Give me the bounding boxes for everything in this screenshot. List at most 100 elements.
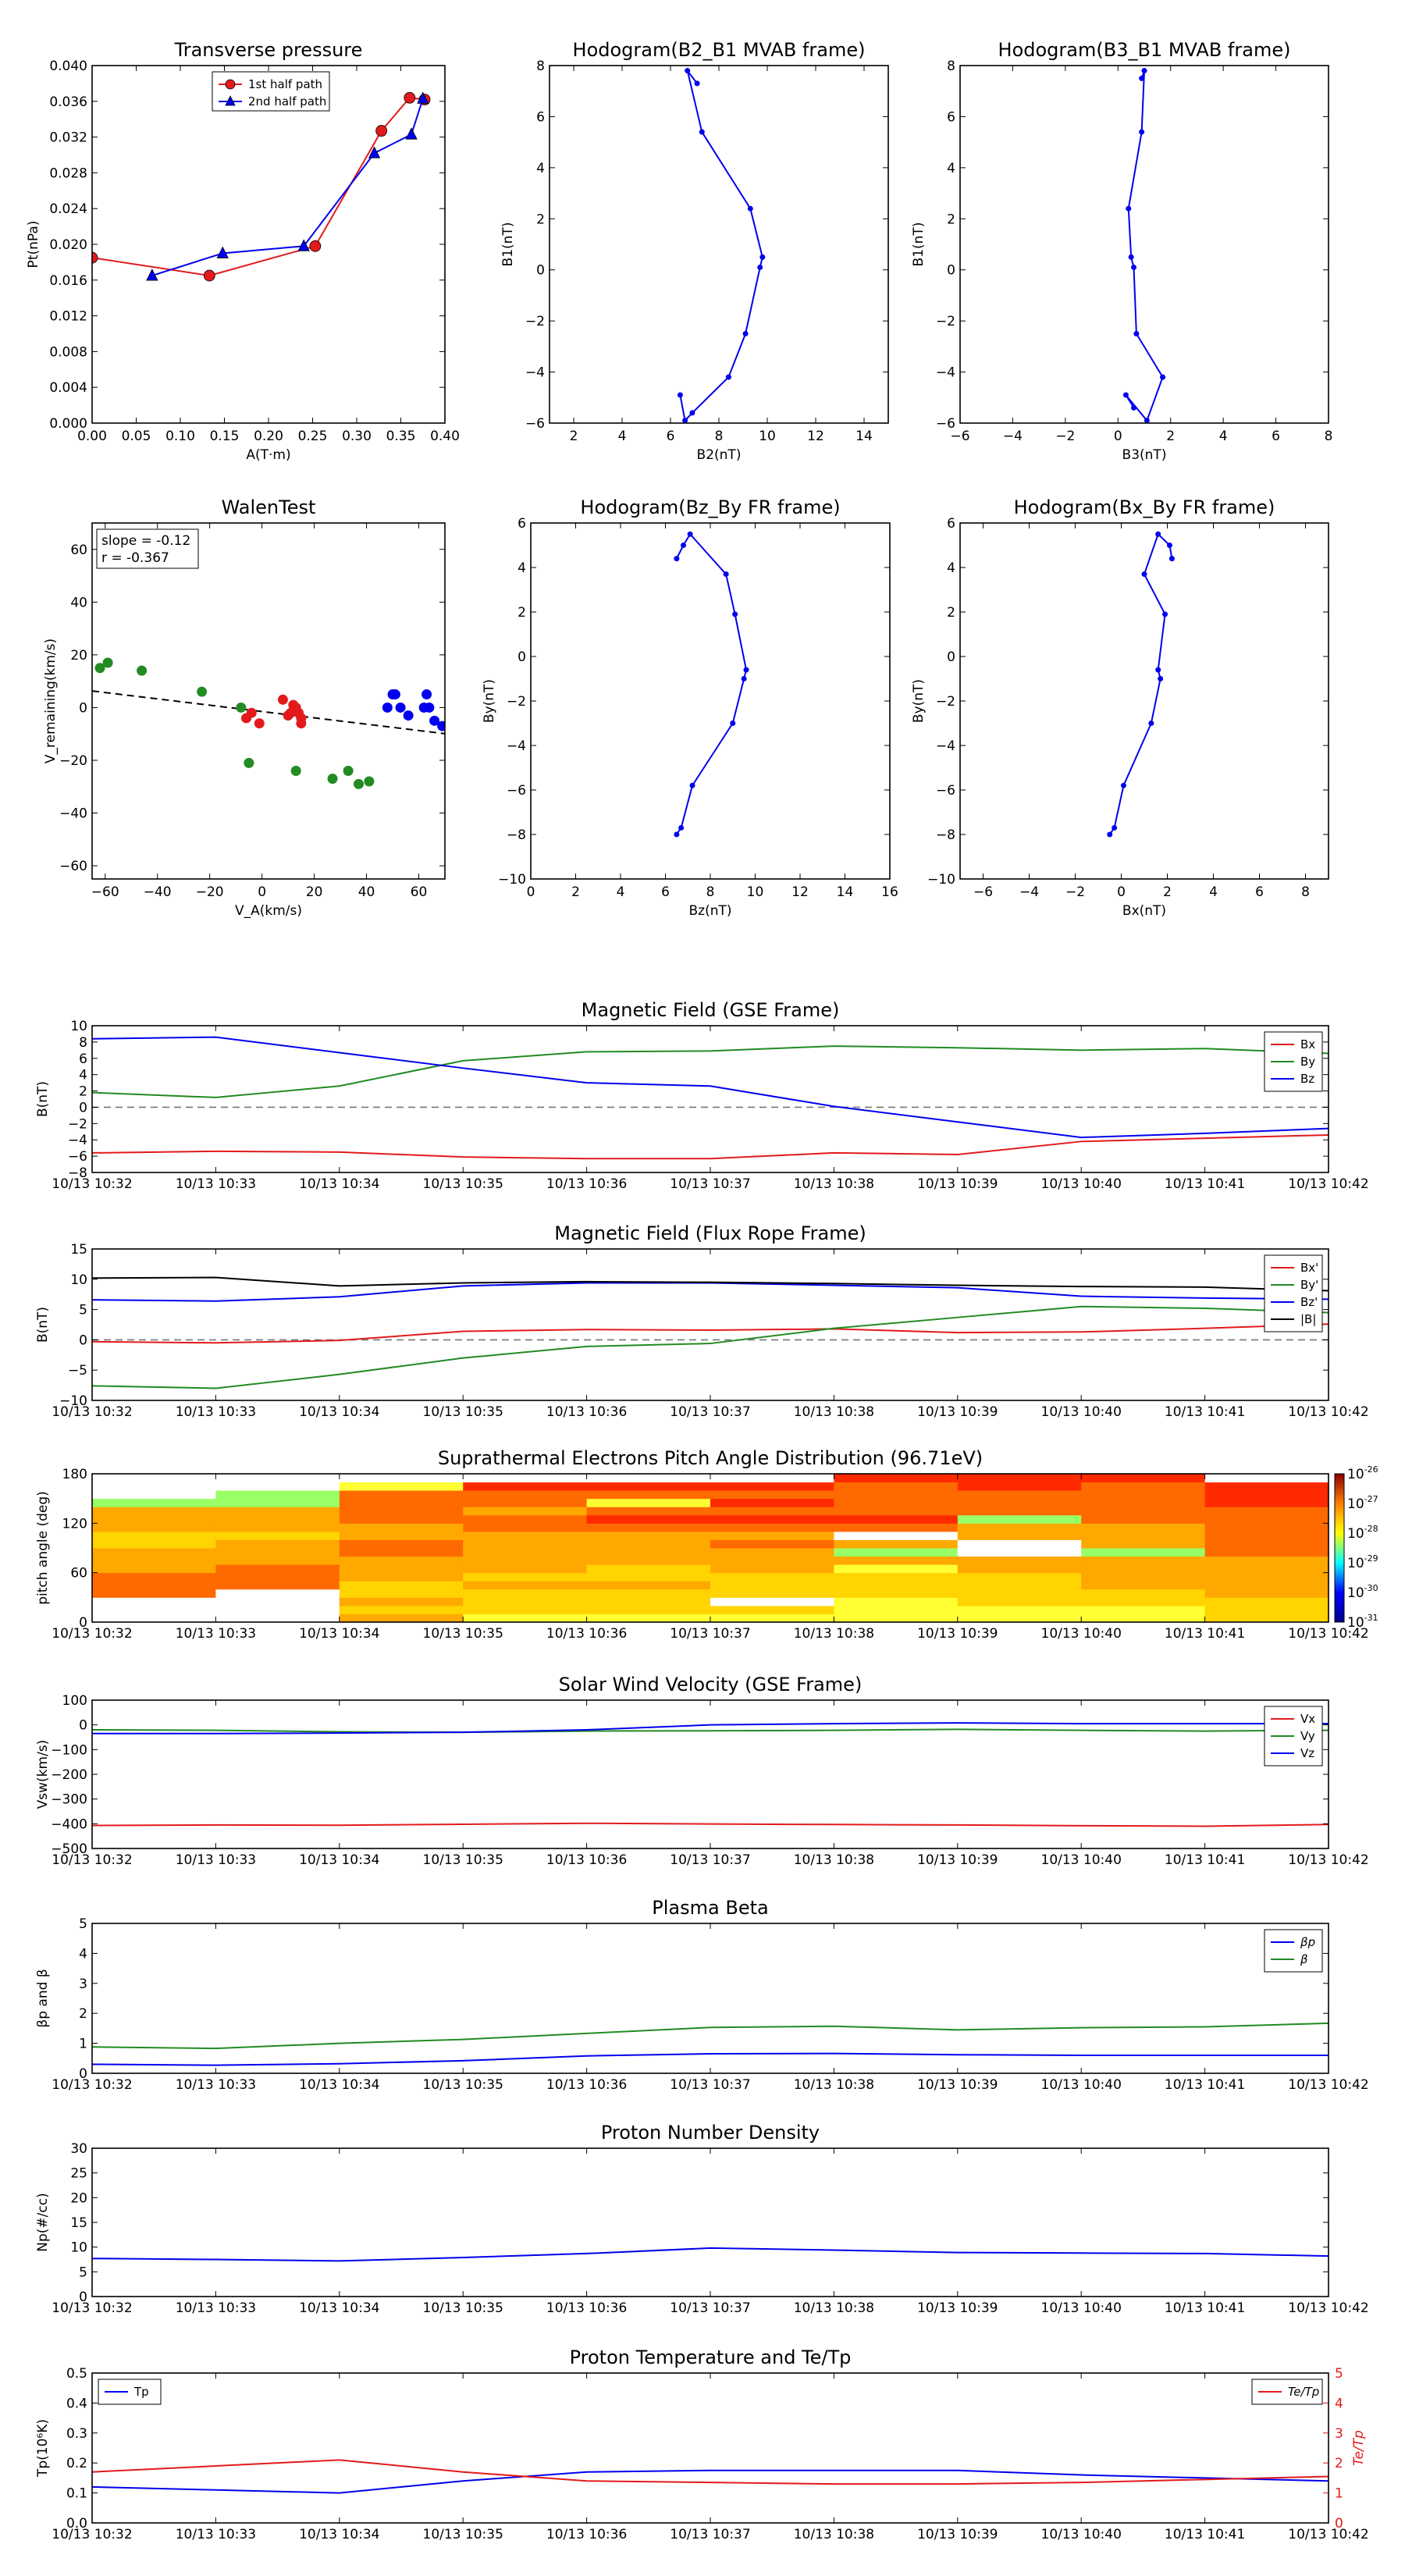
axes-frame (91, 2372, 1329, 2524)
heatmap-cell (1081, 1564, 1206, 1574)
annotation-text: slope = -0.12 (101, 533, 190, 549)
heatmap-cell (215, 1605, 340, 1614)
x-tick-label: 10/13 10:38 (794, 1176, 874, 1192)
data-point (725, 374, 731, 380)
x-tick-label: 2 (1166, 429, 1175, 444)
x-tick-label: 0 (1117, 884, 1126, 900)
x-axis-label: Bz(nT) (688, 903, 731, 919)
heatmap-cell (215, 1498, 340, 1507)
y-tick-label: 0.5 (66, 2366, 87, 2382)
data-point (674, 556, 680, 562)
heatmap-cell (463, 1514, 588, 1524)
heatmap-cell (1204, 1490, 1329, 1500)
x-tick-label: 6 (1272, 429, 1280, 444)
data-point (1162, 611, 1168, 617)
y-axis-label: βp and β (35, 1969, 51, 2027)
x-tick-label: 2 (571, 884, 580, 900)
heatmap-cell (710, 1498, 834, 1507)
y-axis-label: Tp(10⁶K) (35, 2419, 51, 2478)
heatmap-cell (463, 1490, 588, 1500)
x-tick-label: 10/13 10:40 (1041, 1626, 1122, 1642)
y-tick-label: 0.032 (49, 130, 87, 146)
x-tick-label: 10/13 10:32 (52, 2300, 132, 2316)
x-tick-label: 10/13 10:34 (299, 1404, 379, 1420)
legend-marker (225, 79, 236, 90)
heatmap-cell (834, 1597, 959, 1606)
y-tick-label: 6 (536, 109, 545, 125)
x-tick-label: 10/13 10:38 (794, 1626, 874, 1642)
heatmap-cell (1081, 1539, 1206, 1549)
y2-tick-label: 5 (1335, 2366, 1343, 2382)
data-point (1155, 667, 1161, 673)
heatmap-cell (215, 1523, 340, 1532)
x-tick-label: −60 (91, 884, 119, 900)
panel-density: Proton Number Density 10/13 10:32 10/13 10… (35, 2122, 1369, 2316)
heatmap-cell (1081, 1614, 1206, 1622)
y2-tick-label: 0 (1335, 2516, 1343, 2532)
x-axis-label: V_A(km/s) (235, 903, 302, 919)
panel-vsw: Solar Wind Velocity (GSE Frame) 10/13 10:… (35, 1674, 1369, 1868)
data-point (404, 91, 416, 104)
heatmap-cell (1204, 1556, 1329, 1565)
series-line-2 (92, 1282, 1329, 1302)
x-tick-label: 10/13 10:33 (176, 2077, 256, 2093)
y-tick-label: 0 (79, 2290, 87, 2305)
x-tick-label: 10/13 10:34 (299, 1176, 379, 1192)
y-tick-label: 4 (947, 560, 955, 576)
series-0 (92, 91, 431, 282)
y-axis-label: pitch angle (deg) (35, 1491, 51, 1605)
heatmap-cell (586, 1589, 711, 1598)
y-tick-label: 10 (70, 2240, 87, 2256)
heatmap-cell (1081, 1572, 1206, 1582)
plot-area (674, 531, 749, 838)
series-line (1125, 70, 1164, 422)
data-point (1144, 418, 1150, 423)
heatmap-cell (1204, 1498, 1329, 1507)
data-point (1112, 824, 1118, 831)
heatmap-cell (1204, 1523, 1329, 1532)
y-tick-label: 10 (70, 1272, 87, 1288)
heatmap-cell (339, 1498, 464, 1507)
data-point (1139, 75, 1145, 81)
x-tick-label: 10/13 10:42 (1288, 1404, 1368, 1420)
data-point (682, 418, 688, 423)
chart-title: Suprathermal Electrons Pitch Angle Distr… (438, 1447, 983, 1469)
x-tick-label: 10/13 10:39 (917, 1176, 998, 1192)
heatmap-cell (215, 1581, 340, 1590)
heatmap-cell (834, 1507, 959, 1516)
y-axis-label: Np(#/cc) (35, 2193, 51, 2251)
heatmap-cell (710, 1572, 834, 1582)
x-tick-label: 10/13 10:41 (1165, 1852, 1245, 1868)
series-line-1 (92, 1305, 1329, 1389)
x-tick-label: 10/13 10:37 (670, 2077, 750, 2093)
y-tick-label: −100 (51, 1742, 87, 1758)
legend-label: Bx (1300, 1037, 1315, 1051)
heatmap-cell (586, 1523, 711, 1532)
colorbar: 10-3110-3010-2910-2810-2710-26 (1334, 1464, 1378, 1631)
heatmap-cell (710, 1581, 834, 1590)
y-tick-label: 0 (79, 700, 87, 716)
heatmap-cell (1204, 1531, 1329, 1540)
y-tick-label: 15 (70, 2215, 87, 2231)
heatmap-cell (463, 1581, 588, 1590)
heatmap-cell (92, 1531, 216, 1540)
y-tick-label: −6 (936, 416, 955, 432)
y-tick-label: 0.4 (66, 2396, 87, 2411)
x-tick-label: 10/13 10:32 (52, 1176, 132, 1192)
x-tick-label: 0 (1114, 429, 1122, 444)
x-tick-label: 8 (706, 884, 715, 900)
heatmap-cell (834, 1498, 959, 1507)
y-tick-label: 5 (79, 1303, 87, 1318)
data-point (290, 766, 301, 777)
heatmap-cell (339, 1490, 464, 1500)
heatmap-cell (1204, 1482, 1329, 1491)
heatmap-cell (586, 1581, 711, 1590)
heatmap-cell (1204, 1614, 1329, 1622)
heatmap-cell (92, 1523, 216, 1532)
data-point (685, 68, 691, 74)
x-tick-label: 40 (358, 884, 375, 900)
colorbar-label: 10-30 (1347, 1583, 1378, 1601)
x-axis-label: A(T·m) (246, 447, 290, 463)
data-point (236, 702, 247, 713)
heatmap-cell (957, 1564, 1082, 1574)
